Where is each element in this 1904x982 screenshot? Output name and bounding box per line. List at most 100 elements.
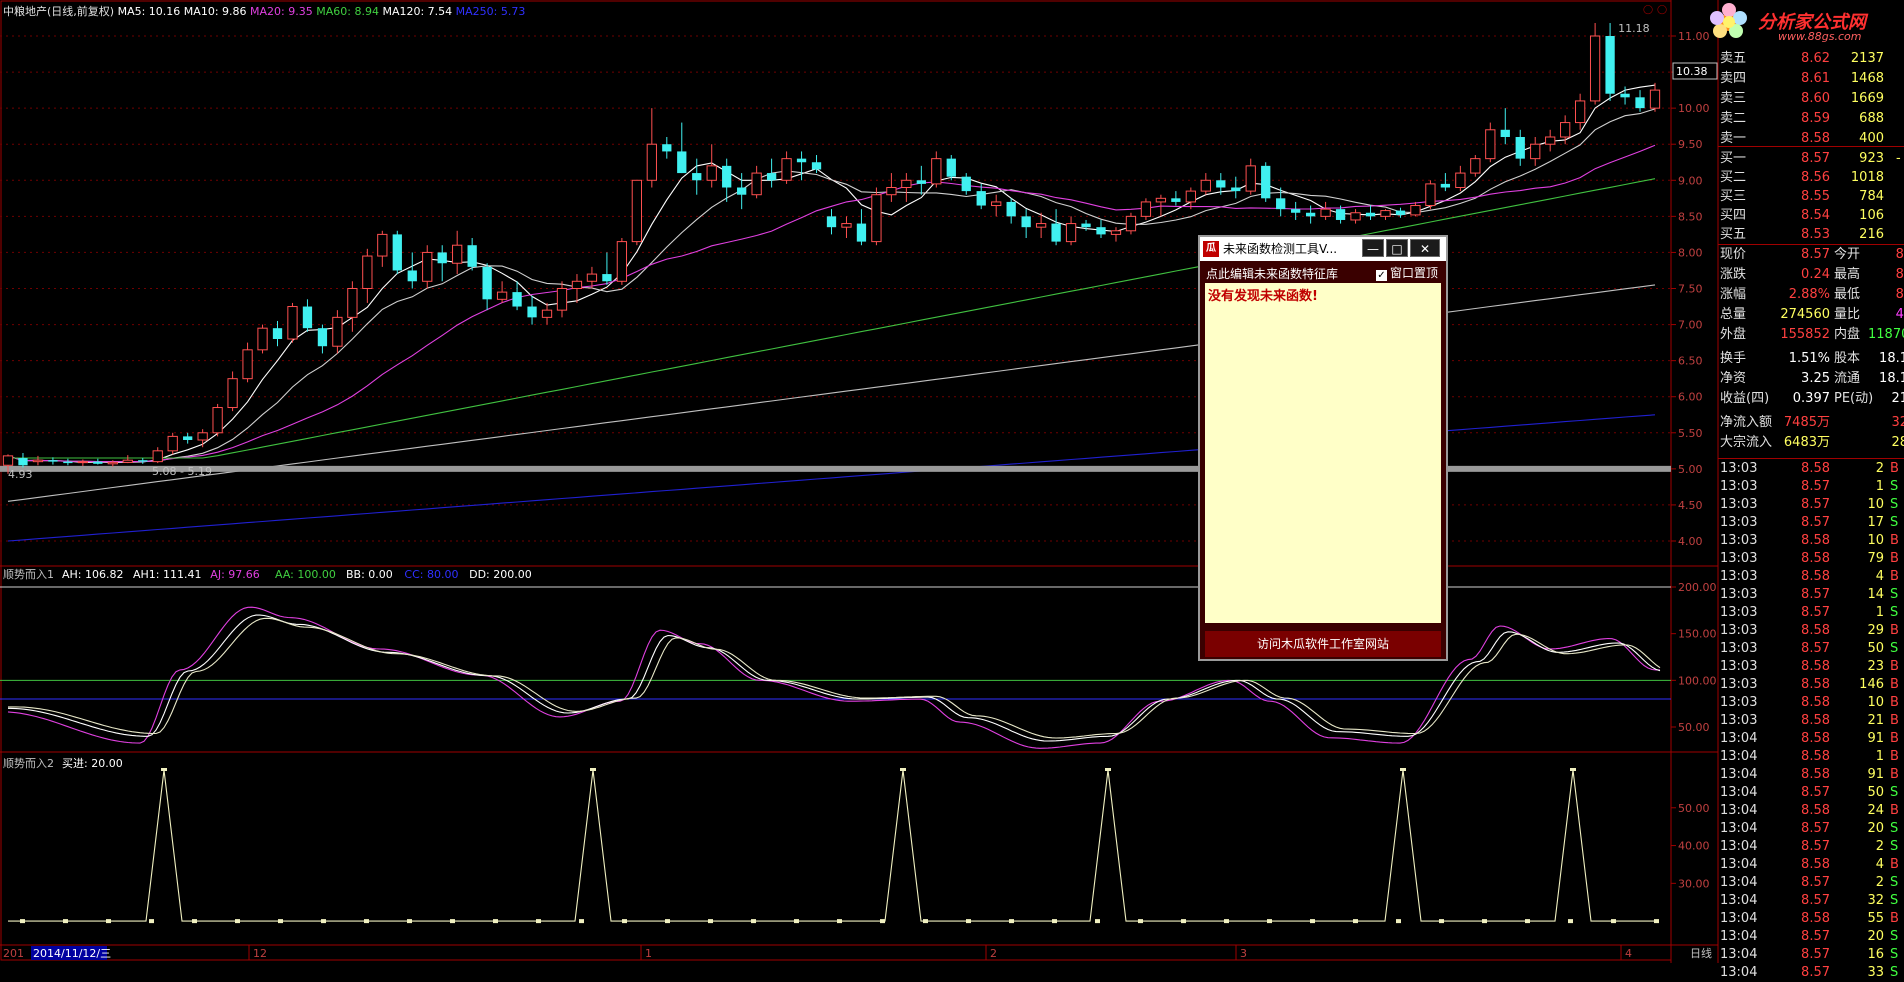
bid-volume: 784 [1859,189,1884,204]
tick-price: 8.57 [1801,821,1830,836]
tick-side: S [1890,929,1899,944]
baseline-marker [1654,919,1659,924]
baseline-marker [149,919,154,924]
tick-price: 8.57 [1801,965,1830,980]
tick-row: 13:03 8.57 1 S [1718,604,1904,622]
candle-body [1335,209,1346,220]
tick-volume: 2 [1875,461,1884,476]
tick-volume: 2 [1875,839,1884,854]
quote-panel: 卖五 8.62 2137 卖四 8.61 1468 卖三 8.60 1669 卖二 8.59 688 卖… [1718,50,1904,980]
tick-row: 13:03 8.58 79 B [1718,550,1904,568]
tick-price: 8.57 [1801,929,1830,944]
candle-body [1021,216,1031,228]
tick-time: 13:04 [1720,857,1758,872]
indicator1-title: 顺势而入1 [3,568,54,581]
baseline-marker [1224,919,1229,924]
candle-body [422,251,433,282]
tick-volume: 1 [1875,749,1884,764]
tick-volume: 2 [1875,875,1884,890]
candle-body [1455,172,1466,188]
tick-time: 13:03 [1720,497,1758,512]
ask-label: 卖三 [1720,91,1747,106]
logo-url[interactable]: www.88gs.com [1778,30,1861,43]
candle-body [646,143,657,181]
orderbook-divider [1718,146,1904,147]
maximize-button[interactable]: □ [1386,239,1408,257]
candle-body [706,165,717,181]
candle-body [811,162,822,170]
tick-volume: 29 [1867,623,1884,638]
baseline-marker [1009,919,1014,924]
chart-canvas[interactable]: 11.0010.5010.009.509.008.508.007.507.006… [0,0,1904,963]
tick-row: 13:03 8.58 146 B [1718,676,1904,694]
candle-body [242,349,253,380]
tick-row: 13:04 8.57 20 S [1718,820,1904,838]
tick-row: 13:04 8.58 91 B [1718,766,1904,784]
stat-label: 流通 [1834,371,1861,386]
checkbox-checked-icon[interactable]: ✓ [1376,270,1387,281]
stat-value: 32 [1891,415,1904,430]
stat-value: 274560 [1780,307,1830,322]
stat-label: 最高 [1834,267,1861,282]
tick-side: B [1890,713,1899,728]
tick-price: 8.58 [1801,695,1830,710]
signal-peak-marker [900,768,906,771]
tick-time: 13:03 [1720,533,1758,548]
baseline-marker [1267,919,1272,924]
candle-body [916,180,926,184]
candle-body [496,291,508,300]
tick-price: 8.57 [1801,479,1830,494]
candle-body [1320,208,1331,217]
tick-price: 8.57 [1801,497,1830,512]
tick-row: 13:03 8.57 1 S [1718,478,1904,496]
ask-price: 8.59 [1801,111,1830,126]
tick-volume: 79 [1867,551,1884,566]
close-button[interactable]: ✕ [1410,239,1440,257]
tick-price: 8.58 [1801,749,1830,764]
tick-row: 13:03 8.57 14 S [1718,586,1904,604]
tick-side: B [1890,461,1899,476]
signal-peak-marker [1570,768,1576,771]
ask-price: 8.62 [1801,51,1830,66]
baseline-marker [1095,919,1100,924]
baseline-marker [1525,919,1530,924]
baseline-marker [364,919,369,924]
tick-side: B [1890,767,1899,782]
candle-body [1410,205,1421,216]
candle-body [1574,100,1586,124]
bid-extra: - [1896,151,1901,166]
candle-body [1065,223,1077,243]
baseline-marker [1310,919,1315,924]
visit-website-button[interactable]: 访问木瓜软件工作室网站 [1205,631,1441,657]
tick-price: 8.57 [1801,641,1830,656]
future-function-check-window[interactable]: 瓜 未来函数检测工具V... — □ ✕ 点此编辑未来函数特征库 ✓ 窗口置顶 没… [1198,235,1448,661]
ind1-tick-label: 50.00 [1678,721,1710,734]
edit-feature-library-link[interactable]: 点此编辑未来函数特征库 [1206,265,1338,282]
tick-price: 8.58 [1801,461,1830,476]
window-titlebar[interactable]: 瓜 未来函数检测工具V... — □ ✕ [1200,237,1446,261]
baseline-marker [1353,919,1358,924]
candle-body [1350,212,1361,221]
bid-row: 买三 8.55 784 [1718,188,1904,206]
stat-label: 现价 [1720,247,1747,262]
indicator1-value: AH: 106.82 [62,568,124,581]
baseline-marker [880,919,885,924]
price-tick-label: 9.50 [1678,138,1703,151]
stat-value: 4. [1895,307,1904,322]
orderbook-divider [1718,244,1904,245]
candle-body [63,461,73,464]
candle-body [1155,197,1167,203]
candle-body [1291,209,1301,213]
tick-volume: 146 [1859,677,1884,692]
minimize-button[interactable]: — [1362,239,1384,257]
tick-side: B [1890,551,1899,566]
tick-side: B [1890,623,1899,638]
topmost-checkbox[interactable]: ✓ 窗口置顶 [1376,264,1438,281]
logo-flower-icon [1710,3,1747,38]
topmost-label: 窗口置顶 [1390,266,1439,280]
tick-price: 8.58 [1801,803,1830,818]
baseline-marker [235,919,240,924]
stat-row: 现价 8.57 今开 8. [1718,246,1904,264]
tick-side: S [1890,587,1899,602]
baseline-marker [708,919,713,924]
